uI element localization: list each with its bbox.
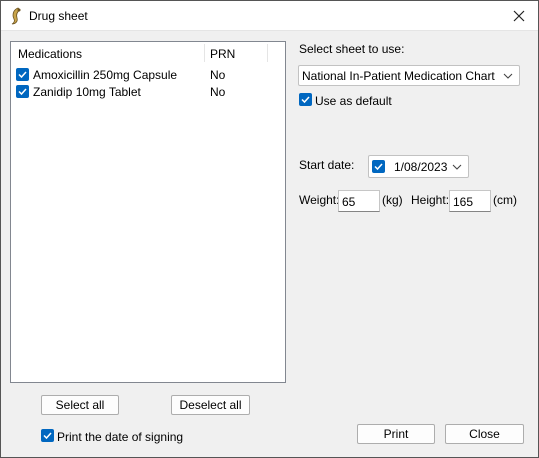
drug-sheet-dialog: Drug sheet Medications PRN Amoxicillin 2… [0,0,539,458]
checkmark-icon [43,432,52,440]
close-window-button[interactable] [500,1,538,31]
medications-list[interactable]: Medications PRN Amoxicillin 250mg Capsul… [10,41,286,383]
height-input[interactable]: 165 [449,190,491,212]
start-date-label: Start date: [299,158,355,172]
weight-input-value: 65 [342,195,356,209]
print-date-checkbox[interactable] [41,429,54,442]
medication-name: Amoxicillin 250mg Capsule [33,68,178,82]
print-date-label[interactable]: Print the date of signing [57,430,183,444]
medication-prn: No [210,85,226,99]
close-icon [513,10,525,22]
start-date-picker[interactable]: 1/08/2023 [368,155,469,178]
app-icon [11,7,21,25]
chevron-down-icon [503,73,513,79]
medication-checkbox[interactable] [16,85,29,98]
sheet-dropdown-value: National In-Patient Medication Chart [302,69,495,83]
height-input-value: 165 [453,195,474,209]
sheet-dropdown[interactable]: National In-Patient Medication Chart [298,65,520,86]
close-button[interactable]: Close [445,424,524,444]
checkmark-icon [18,88,27,96]
title-bar: Drug sheet [1,1,538,31]
weight-unit: (kg) [382,193,403,207]
window-title: Drug sheet [29,9,88,23]
checkmark-icon [18,71,27,79]
column-separator [267,44,268,62]
weight-input[interactable]: 65 [338,190,380,212]
start-date-checkbox[interactable] [372,160,385,173]
select-sheet-label: Select sheet to use: [299,42,405,56]
checkmark-icon [301,96,310,104]
list-header: Medications PRN [11,42,285,64]
column-separator [204,44,205,62]
checkmark-icon [374,163,383,171]
height-unit: (cm) [493,193,517,207]
list-item[interactable]: Zanidip 10mg Tablet No [11,83,285,100]
height-label: Height: [411,193,450,207]
use-as-default-checkbox[interactable] [299,93,312,106]
start-date-value[interactable]: 1/08/2023 [394,160,447,174]
medication-checkbox[interactable] [16,68,29,81]
chevron-down-icon [452,164,462,170]
use-as-default-label[interactable]: Use as default [315,94,392,108]
medication-name: Zanidip 10mg Tablet [33,85,141,99]
medication-prn: No [210,68,226,82]
weight-label: Weight: [299,193,340,207]
column-header-prn[interactable]: PRN [210,47,235,61]
list-item[interactable]: Amoxicillin 250mg Capsule No [11,66,285,83]
print-button[interactable]: Print [357,424,435,444]
select-all-button[interactable]: Select all [41,395,119,415]
deselect-all-button[interactable]: Deselect all [171,395,250,415]
column-header-medications[interactable]: Medications [18,47,82,61]
